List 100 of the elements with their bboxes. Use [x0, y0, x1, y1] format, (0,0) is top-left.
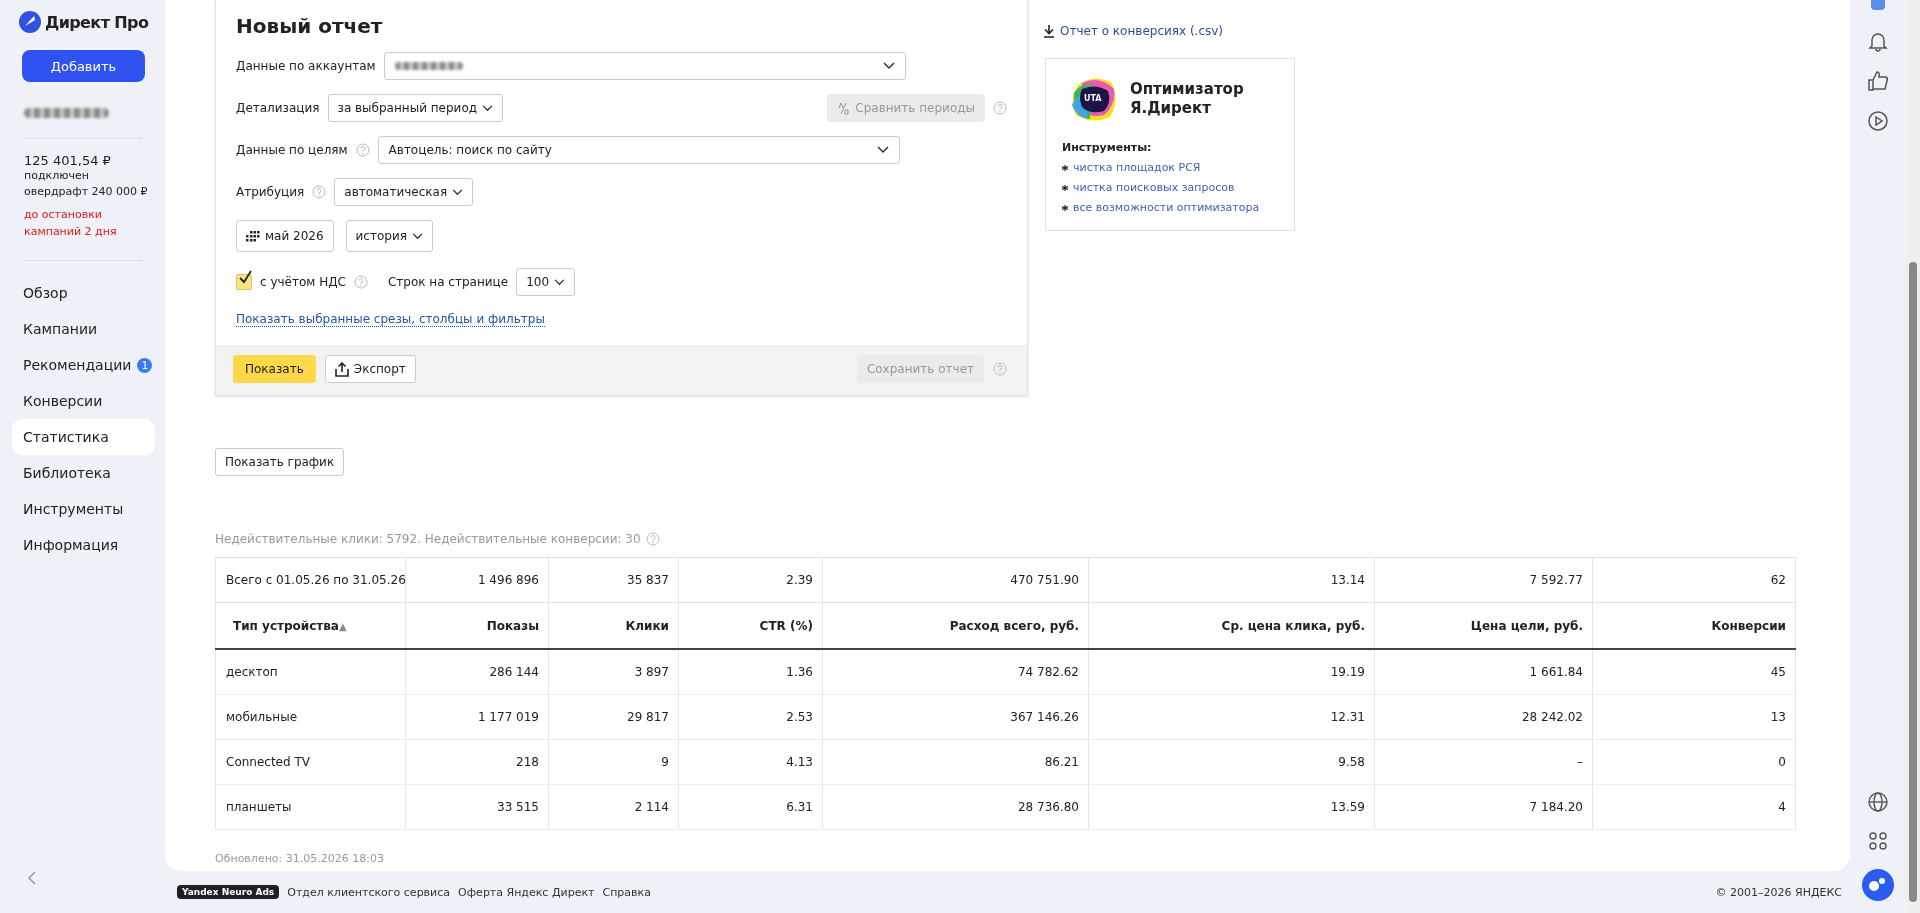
totals-cell: 7 592.77 — [1374, 557, 1593, 603]
sidebar-item[interactable]: Библиотека — [12, 455, 155, 491]
sidebar-item[interactable]: Конверсии — [12, 383, 155, 419]
totals-cell: 470 751.90 — [822, 557, 1089, 603]
column-header[interactable]: Показы — [405, 602, 549, 649]
sidebar-item[interactable]: Кампании — [12, 311, 155, 347]
play-icon[interactable] — [1867, 110, 1889, 132]
totals-cell: 35 837 — [548, 557, 679, 603]
help-icon[interactable] — [355, 143, 370, 157]
copyright-text: © 2001–2026 ЯНДЕКС — [1715, 885, 1842, 899]
table-cell: 74 782.62 — [822, 649, 1089, 695]
table-cell: Connected TV — [215, 739, 406, 785]
logo-text: Директ Про — [45, 12, 149, 32]
checkbox-label: с учётом НДС — [260, 275, 346, 289]
sidebar-item-label: Кампании — [23, 321, 98, 337]
promo-title: Оптимизатор — [1130, 80, 1244, 99]
tool-link[interactable]: все возможности оптимизатора — [1073, 198, 1260, 218]
table-cell: 3 897 — [548, 649, 679, 695]
totals-cell: 2.39 — [678, 557, 823, 603]
column-header[interactable]: CTR (%) — [678, 602, 823, 649]
show-button[interactable]: Показать — [233, 355, 316, 383]
table-cell: планшеты — [215, 784, 406, 830]
table-cell: 6.31 — [678, 784, 823, 830]
column-header[interactable]: Клики — [548, 602, 679, 649]
help-icon[interactable] — [993, 362, 1007, 376]
table-cell: 13 — [1592, 694, 1796, 740]
table-cell: 12.31 — [1088, 694, 1375, 740]
field-label: Данные по аккаунтам — [236, 59, 376, 73]
thumbs-up-icon[interactable] — [1867, 70, 1889, 92]
footer-link[interactable]: Оферта Яндекс Директ — [458, 885, 595, 899]
table-cell: 86.21 — [822, 739, 1089, 785]
column-header[interactable]: Тип устройства▲ — [215, 602, 406, 649]
bullet-icon — [1062, 185, 1068, 191]
csv-link[interactable]: Отчет о конверсиях (.csv) — [1043, 24, 1295, 38]
show-chart-button[interactable]: Показать график — [215, 448, 345, 476]
sidebar-item-label: Информация — [23, 537, 119, 553]
table-cell: 218 — [405, 739, 549, 785]
sidebar-item[interactable]: Статистика — [12, 419, 155, 455]
column-header[interactable]: Расход всего, руб. — [822, 602, 1089, 649]
detail-dropdown[interactable]: за выбранный период — [327, 94, 504, 122]
logo-icon — [19, 11, 41, 33]
history-dropdown[interactable]: история — [345, 220, 433, 252]
totals-cell: Всего с 01.05.26 по 31.05.26 — [215, 557, 406, 603]
scrollbar[interactable] — [1906, 0, 1920, 913]
sidebar-item[interactable]: Рекомендации 1 — [12, 347, 155, 383]
table-cell: 33 515 — [405, 784, 549, 830]
tool-link[interactable]: чистка поисковых запросов — [1073, 178, 1235, 198]
totals-cell: 1 496 896 — [405, 557, 549, 603]
chevron-down-icon — [482, 104, 494, 112]
table-cell: 28 242.02 — [1374, 694, 1593, 740]
grid-icon[interactable] — [1868, 831, 1888, 851]
count-badge: 1 — [137, 357, 153, 373]
goals-select[interactable]: Автоцель: поиск по сайту — [377, 136, 900, 164]
tool-link[interactable]: чистка площадок РСЯ — [1073, 158, 1201, 178]
overdraft-text: овердрафт 240 000 ₽ — [23, 184, 149, 200]
table-cell: 2.53 — [678, 694, 823, 740]
bell-icon[interactable] — [1867, 30, 1889, 52]
globe-icon[interactable] — [1867, 791, 1889, 813]
table-cell: 29 817 — [548, 694, 679, 740]
chevron-left-icon[interactable] — [27, 871, 37, 885]
assistant-icon[interactable] — [1862, 869, 1894, 901]
sidebar-item[interactable]: Обзор — [12, 275, 155, 311]
rows-dropdown[interactable]: 100 — [516, 268, 576, 296]
footer-link[interactable]: Отдел клиентского сервиса — [287, 885, 451, 899]
period-button[interactable]: май 2026 — [236, 220, 334, 252]
table-cell: 19.19 — [1088, 649, 1375, 695]
sidebar-item[interactable]: Инструменты — [12, 491, 155, 527]
help-icon[interactable] — [353, 275, 368, 289]
account-select[interactable] — [383, 52, 906, 80]
sidebar-item-label: Инструменты — [23, 501, 124, 517]
help-icon[interactable] — [312, 185, 327, 199]
help-icon[interactable] — [645, 532, 660, 546]
table-cell: 0 — [1592, 739, 1796, 785]
chevron-down-icon — [554, 278, 566, 286]
warning-text: до остановки кампаний 2 дня — [23, 207, 118, 240]
table-cell: 1.36 — [678, 649, 823, 695]
help-icon[interactable] — [993, 101, 1007, 115]
export-button[interactable]: Экспорт — [324, 355, 416, 383]
invalid-clicks-note: Недействительные клики: 5792. Недействительные конверсии: 30 — [215, 532, 641, 546]
footer-link[interactable]: Справка — [602, 885, 651, 899]
column-header[interactable]: Конверсии — [1592, 602, 1796, 649]
neuro-ads-badge[interactable]: Yandex Neuro Ads — [177, 885, 280, 899]
table-cell: 13.59 — [1088, 784, 1375, 830]
column-header[interactable]: Цена цели, руб. — [1374, 602, 1593, 649]
column-header[interactable]: Ср. цена клика, руб. — [1088, 602, 1375, 649]
tools-heading: Инструменты: — [1062, 141, 1153, 154]
slices-link[interactable]: Показать выбранные срезы, столбцы и фильтры — [236, 312, 545, 327]
table-cell: 2 114 — [548, 784, 679, 830]
compare-icon — [837, 101, 851, 115]
table-cell: 7 184.20 — [1374, 784, 1593, 830]
sidebar-item[interactable]: Информация — [12, 527, 155, 563]
table-cell: 45 — [1592, 649, 1796, 695]
overdraft-text: подключен — [23, 168, 90, 184]
field-label: Детализация — [236, 101, 320, 115]
attribution-dropdown[interactable]: автоматическая — [334, 178, 474, 206]
upload-icon — [334, 361, 349, 377]
add-button[interactable]: Добавить — [22, 50, 145, 82]
totals-cell: 13.14 — [1088, 557, 1375, 603]
chevron-down-icon — [882, 62, 895, 70]
field-label: Данные по целям — [236, 143, 348, 157]
